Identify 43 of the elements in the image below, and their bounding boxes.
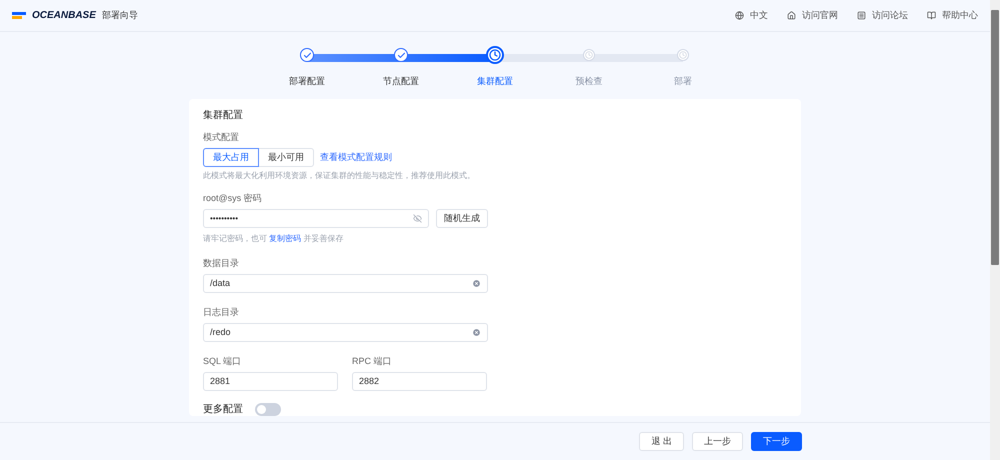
- header-link[interactable]: 访问论坛: [857, 10, 908, 21]
- header-link[interactable]: 帮助中心: [927, 10, 978, 21]
- home-icon: [787, 11, 796, 20]
- step-label: 集群配置: [477, 76, 513, 87]
- footer-button[interactable]: 下一步: [751, 432, 802, 451]
- header-link[interactable]: 中文: [735, 10, 768, 21]
- step-label: 预检查: [576, 76, 602, 87]
- footer-button[interactable]: 退 出: [639, 432, 684, 451]
- field-label: 模式配置: [203, 132, 240, 143]
- eye-off-icon[interactable]: [413, 214, 422, 223]
- brand-name: OCEANBASE: [32, 10, 96, 21]
- clear-icon[interactable]: [472, 279, 481, 288]
- field-label: root@sys 密码: [203, 193, 263, 204]
- logo-icon: [12, 10, 26, 20]
- mode-hint: 此模式将最大化利用环境资源，保证集群的性能与稳定性，推荐使用此模式。: [203, 170, 476, 181]
- app-title: 部署向导: [102, 10, 138, 21]
- step-label: 节点配置: [383, 76, 419, 87]
- field-label: 日志目录: [203, 307, 240, 318]
- step-label: 部署: [674, 76, 692, 87]
- step-label: 部署配置: [289, 76, 325, 87]
- field-label: RPC 端口: [352, 356, 393, 367]
- book-icon: [927, 11, 936, 20]
- clear-icon[interactable]: [472, 328, 481, 337]
- field-label: SQL 端口: [203, 356, 242, 367]
- scrollbar[interactable]: [990, 0, 1000, 460]
- port-field[interactable]: 2882: [352, 372, 487, 391]
- copy-password-link[interactable]: 复制密码: [269, 234, 302, 243]
- footer-button[interactable]: 上一步: [692, 432, 743, 451]
- password-hint: 请牢记密码，也可 复制密码 并妥善保存: [203, 233, 344, 244]
- header-link[interactable]: 访问官网: [787, 10, 838, 21]
- mode-option[interactable]: 最大占用: [203, 148, 259, 167]
- field-label: 数据目录: [203, 258, 240, 269]
- password-field[interactable]: ••••••••••: [203, 209, 429, 228]
- card-title: 集群配置: [203, 110, 244, 121]
- globe-icon: [735, 11, 744, 20]
- mode-rules-link[interactable]: 查看模式配置规则: [320, 152, 392, 163]
- mode-option[interactable]: 最小可用: [258, 148, 314, 167]
- more-config-label: 更多配置: [203, 404, 243, 415]
- log-dir-field[interactable]: /redo: [203, 323, 488, 342]
- generate-button[interactable]: 随机生成: [436, 209, 488, 228]
- port-field[interactable]: 2881: [203, 372, 338, 391]
- data-dir-field[interactable]: /data: [203, 274, 488, 293]
- more-config-switch[interactable]: [255, 403, 281, 416]
